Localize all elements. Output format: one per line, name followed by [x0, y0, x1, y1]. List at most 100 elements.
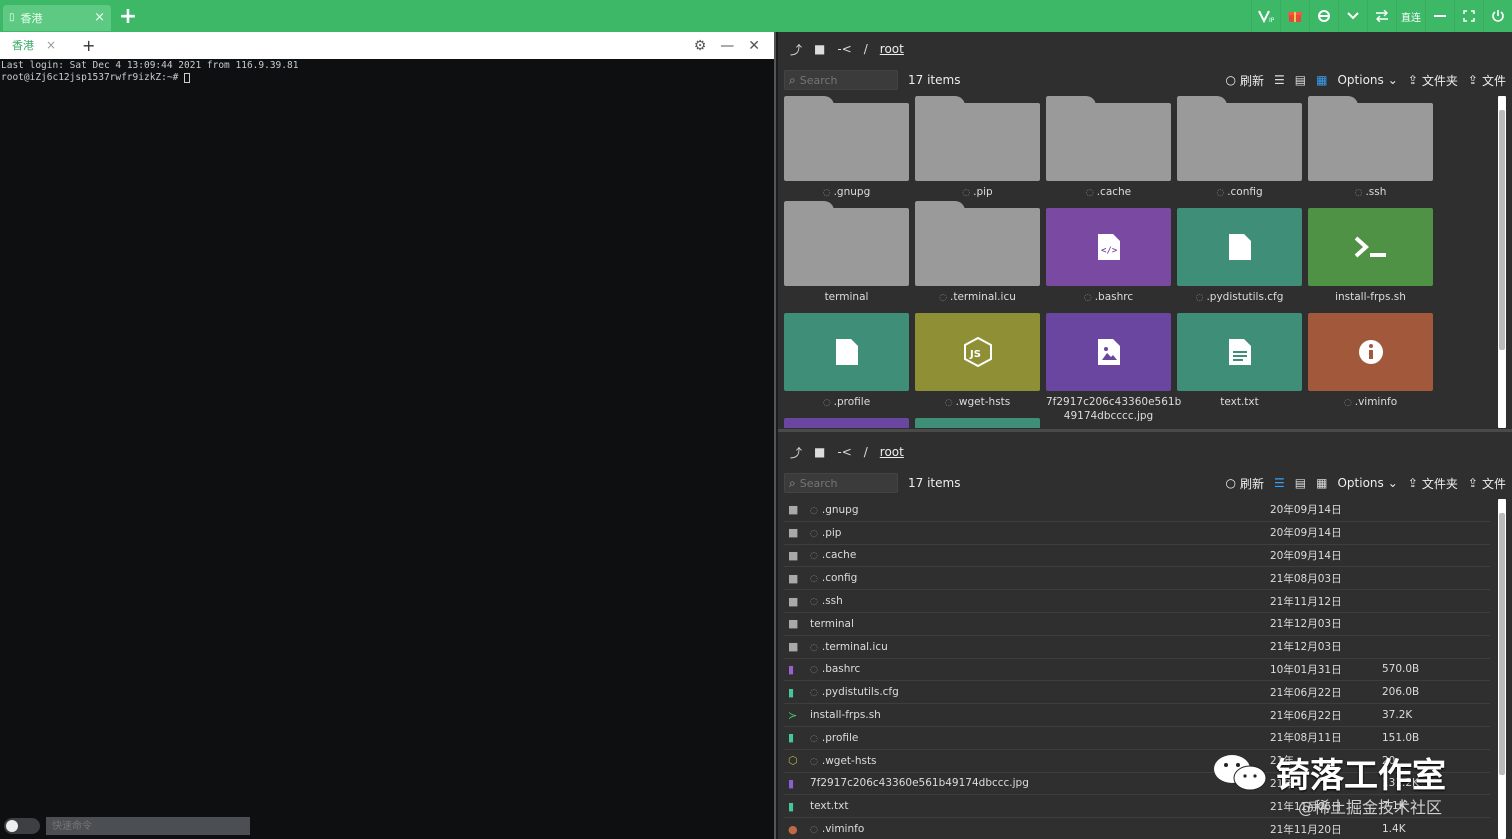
doc-icon: ▯ [9, 12, 15, 23]
file-grid-item[interactable]: install-frps.sh [1308, 208, 1433, 308]
grid-scrollbar[interactable] [1498, 96, 1506, 428]
table-row[interactable]: ■ ◌ .gnupg 20年09月14日 [784, 499, 1490, 522]
up-arrow-icon[interactable]: ⤴ [790, 444, 802, 461]
upload-folder-button[interactable]: ⇪ 文件夹 [1408, 475, 1458, 492]
upload-file-button[interactable]: ⇪ 文件 [1468, 475, 1506, 492]
chevron-down-icon[interactable] [1338, 0, 1367, 32]
upload-folder-button[interactable]: ⇪ 文件夹 [1408, 72, 1458, 89]
table-row[interactable]: ■ ◌ .pip 20年09月14日 [784, 522, 1490, 545]
file-grid-item[interactable]: ◌ .gnupg [784, 96, 909, 203]
file-grid-item[interactable]: ◌ .ssh [1308, 96, 1433, 203]
file-grid-item[interactable] [784, 418, 909, 428]
hidden-eye-icon: ◌ [810, 574, 818, 585]
swap-icon[interactable] [1367, 0, 1396, 32]
table-row[interactable]: ■ ◌ .config 21年08月03日 [784, 567, 1490, 591]
scrollbar-thumb[interactable] [1499, 110, 1505, 350]
file-grid-item[interactable]: terminal [784, 201, 909, 308]
breadcrumb-root[interactable]: root [880, 42, 904, 56]
file-grid-item[interactable]: ◌ .viminfo [1308, 313, 1433, 413]
upload-file-button[interactable]: ⇪ 文件 [1468, 72, 1506, 89]
table-row[interactable]: ■ ◌ .cache 20年09月14日 [784, 545, 1490, 568]
search-input[interactable] [799, 476, 890, 490]
breadcrumb-back[interactable]: -< [837, 445, 851, 459]
search-box[interactable]: ⌕ [784, 70, 898, 90]
quick-command-toggle[interactable] [4, 818, 40, 834]
file-thumbnail [915, 418, 1040, 428]
watermark-subtitle: @稀土掘金技术社区 [1298, 798, 1443, 817]
search-input[interactable] [799, 73, 890, 87]
gift-icon[interactable] [1280, 0, 1309, 32]
hidden-eye-icon: ◌ [1354, 188, 1363, 198]
table-row[interactable]: ≻ install-frps.sh 21年06月22日 37.2K [784, 704, 1490, 727]
table-row[interactable]: ▮ ◌ .bashrc 10年01月31日 570.0B [784, 659, 1490, 682]
file-thumbnail [784, 313, 909, 391]
list-view-icon[interactable]: ☰ [1274, 73, 1285, 87]
scrollbar-thumb[interactable] [1499, 513, 1505, 775]
vip-icon[interactable]: IP [1251, 0, 1280, 32]
file-grid-item[interactable]: ◌ .profile [784, 313, 909, 413]
up-arrow-icon[interactable]: ⤴ [790, 41, 802, 58]
file-grid-item[interactable]: ◌ .config [1177, 96, 1302, 203]
table-row[interactable]: ● ◌ .viminfo 21年11月20日 1.4K [784, 818, 1490, 839]
file-name: text.txt [810, 800, 849, 813]
file-grid-item[interactable]: text.txt [1177, 313, 1302, 413]
table-row[interactable]: ▮ ◌ .pydistutils.cfg 21年06月22日 206.0B [784, 681, 1490, 705]
upload-icon: ⇪ [1407, 476, 1418, 490]
table-row[interactable]: ■ ◌ .terminal.icu 21年12月03日 [784, 636, 1490, 659]
hidden-eye-icon: ◌ [810, 665, 818, 676]
close-icon[interactable]: × [46, 38, 56, 52]
minimize-icon[interactable]: — [720, 38, 734, 54]
grid-view-icon[interactable]: ▦ [1316, 73, 1327, 87]
file-name: 7f2917c206c43360e561b49174dbccc.jpg [810, 777, 1029, 790]
quick-command-input[interactable] [46, 817, 250, 835]
file-size: 206.0B [1382, 686, 1420, 699]
file-grid-item[interactable]: JS ◌ .wget-hsts [915, 313, 1040, 413]
file-grid-item[interactable]: ◌ .cache [1046, 96, 1171, 203]
file-name-line: 7f2917c206c43360e561b [1046, 396, 1182, 408]
window-tab[interactable]: ▯ 香港 × [3, 4, 111, 31]
terminal-output[interactable]: Last login: Sat Dec 4 13:09:44 2021 from… [0, 59, 774, 85]
file-grid-item[interactable]: ◌ .pip [915, 96, 1040, 203]
hidden-eye-icon: ◌ [810, 597, 818, 608]
options-dropdown[interactable]: Options ⌄ [1337, 73, 1397, 87]
refresh-button[interactable]: ○ 刷新 [1226, 72, 1265, 89]
power-icon[interactable] [1483, 0, 1512, 32]
file-grid-item[interactable]: </> ◌ .bashrc [1046, 208, 1171, 308]
breadcrumb-root[interactable]: root [880, 445, 904, 459]
terminal-tab[interactable]: 香港 × [0, 32, 64, 59]
hidden-eye-icon: ◌ [810, 505, 818, 516]
folder-thumbnail [1046, 96, 1171, 181]
list-scrollbar[interactable] [1498, 499, 1506, 839]
table-row[interactable]: ■ ◌ .ssh 21年11月12日 [784, 590, 1490, 613]
folder-icon: ■ [788, 548, 799, 562]
file-grid-item[interactable] [915, 418, 1040, 428]
list-view-icon[interactable]: ☰ [1274, 476, 1285, 490]
file-grid-item[interactable]: 7f2917c206c43360e561b 49174dbcccc.jpg [1046, 313, 1182, 422]
grid-view-icon[interactable]: ▦ [1316, 476, 1327, 490]
refresh-button[interactable]: ○ 刷新 [1226, 475, 1265, 492]
browser-icon[interactable] [1309, 0, 1338, 32]
table-row[interactable]: ■ terminal 21年12月03日 [784, 613, 1490, 636]
hidden-eye-icon: ◌ [939, 293, 947, 303]
file-date: 21年08月03日 [1270, 572, 1342, 585]
folder-icon: ■ [788, 526, 799, 540]
table-row[interactable]: ▮ ◌ .profile 21年08月11日 151.0B [784, 727, 1490, 750]
folder-thumbnail [915, 201, 1040, 286]
breadcrumb-back[interactable]: -< [837, 42, 851, 56]
close-icon[interactable]: ✕ [748, 38, 760, 54]
add-terminal-button[interactable]: + [82, 36, 95, 55]
options-dropdown[interactable]: Options ⌄ [1337, 476, 1397, 490]
file-date: 21年06月22日 [1270, 686, 1342, 699]
table-view-icon[interactable]: ▤ [1295, 73, 1306, 87]
file-grid-item[interactable]: ◌ .pydistutils.cfg [1177, 208, 1302, 308]
minimize-icon[interactable] [1425, 0, 1454, 32]
close-icon[interactable]: × [94, 10, 105, 25]
direct-connect-button[interactable]: 直连 [1396, 0, 1425, 32]
folder-icon: ■ [814, 445, 826, 459]
add-tab-button[interactable]: + [115, 3, 141, 29]
gear-icon[interactable]: ⚙ [694, 38, 707, 54]
fullscreen-icon[interactable] [1454, 0, 1483, 32]
search-box[interactable]: ⌕ [784, 473, 898, 493]
table-view-icon[interactable]: ▤ [1295, 476, 1306, 490]
file-grid-item[interactable]: ◌ .terminal.icu [915, 201, 1040, 308]
